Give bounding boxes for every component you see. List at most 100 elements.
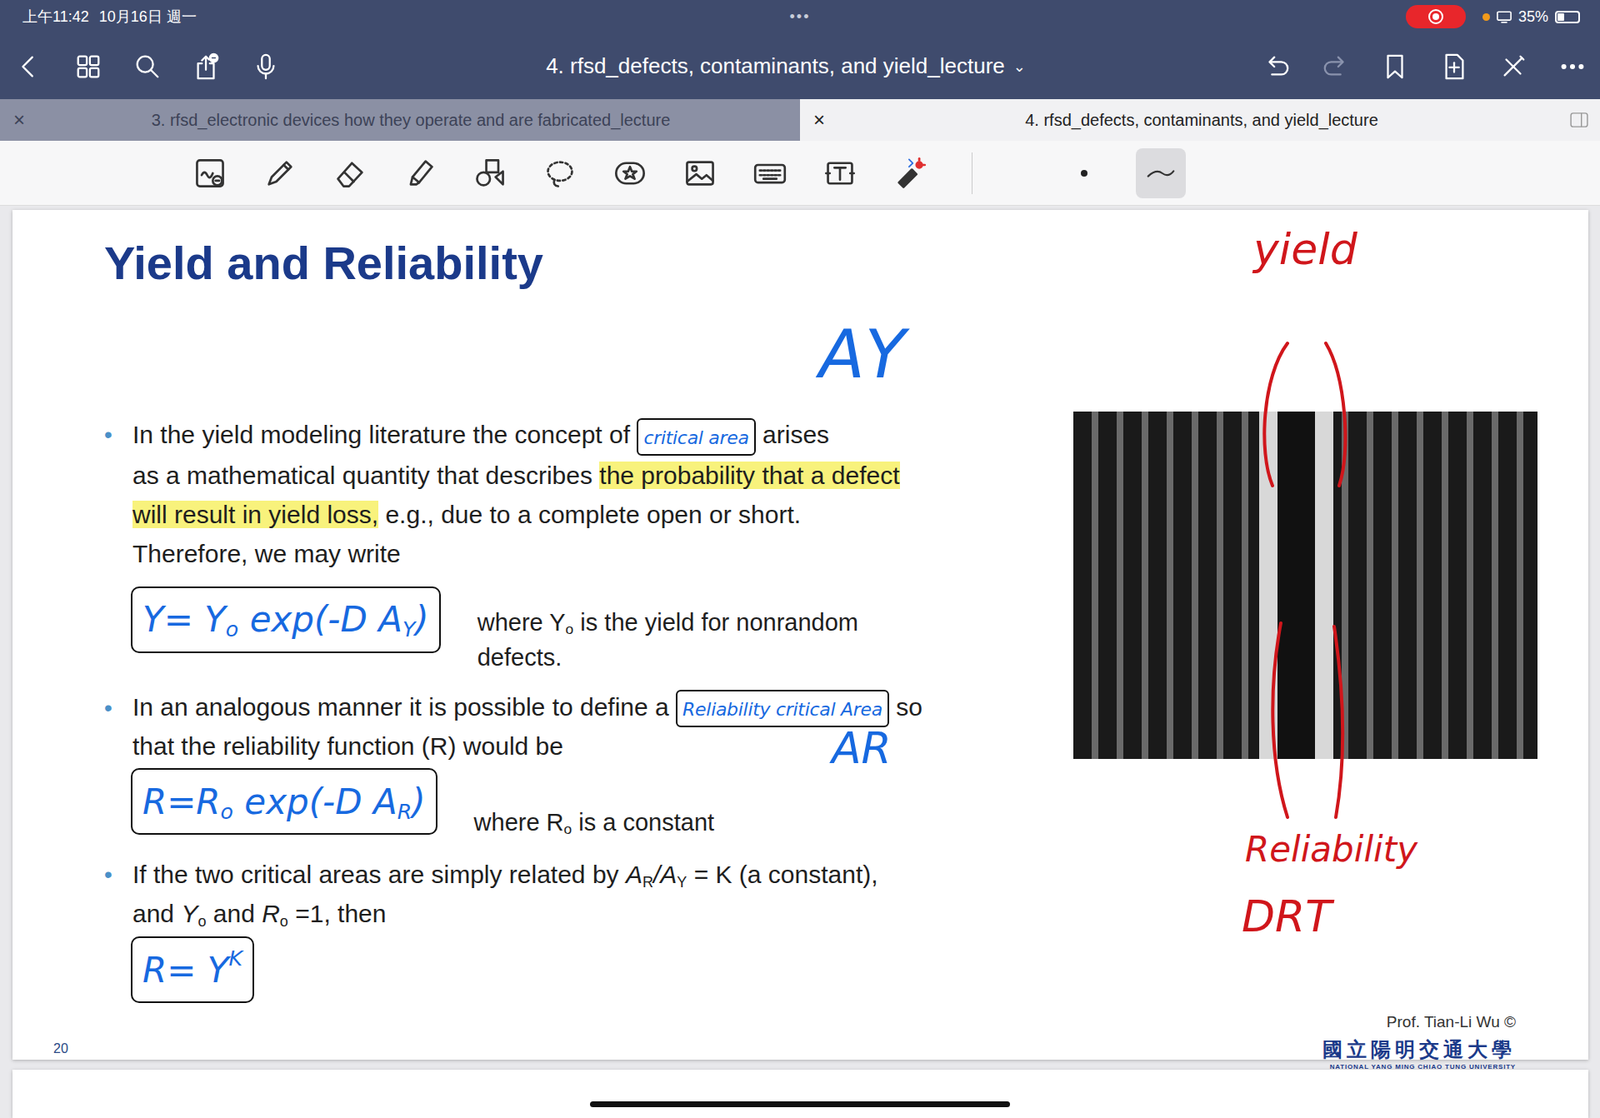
subscript: Y [402, 617, 415, 642]
multitask-handle[interactable]: ••• [790, 8, 811, 26]
subscript: o [565, 620, 575, 638]
bullet-text: In an analogous manner it is possible to… [132, 688, 923, 766]
back-icon[interactable] [15, 52, 44, 81]
share-icon[interactable] [192, 52, 221, 81]
tool-button[interactable] [605, 148, 655, 199]
action-button[interactable] [1556, 50, 1589, 83]
text-line: In an analogous manner it is possible to… [132, 688, 923, 729]
tool-button[interactable] [675, 148, 725, 199]
italic-text: /A [653, 860, 677, 889]
slide-figure [1060, 210, 1538, 1004]
handwritten-equation: R= YK [142, 950, 243, 991]
action-button[interactable] [1379, 50, 1411, 83]
equation-row: R= YK [130, 936, 1061, 1004]
nav-button[interactable] [131, 50, 164, 83]
pen-option[interactable] [1059, 148, 1110, 199]
pen-tools-bar [0, 140, 1600, 206]
text-line: where Yo is the yield for nonrandom [477, 605, 859, 640]
slide-body: Yield and Reliability • In the yield mod… [12, 210, 1589, 1004]
tool-button[interactable] [465, 148, 515, 199]
subscript: o [280, 913, 289, 930]
nav-button[interactable] [13, 50, 45, 83]
bullet-text: If the two critical areas are simply rel… [132, 855, 879, 934]
handwritten-note: AR [831, 725, 892, 773]
handwritten-note: DRT [1241, 893, 1332, 941]
text: =1, then [288, 900, 387, 928]
handwriting: Reliability critical Area [682, 699, 883, 720]
text: ) [411, 781, 425, 823]
tool-button[interactable] [255, 148, 305, 199]
text: Y= Y [142, 599, 226, 640]
search-icon[interactable] [133, 52, 162, 81]
redo-icon[interactable] [1321, 52, 1350, 81]
subscript: R [397, 800, 413, 825]
image-icon[interactable] [683, 156, 717, 190]
action-button[interactable] [1260, 50, 1293, 83]
toolbar-divider [971, 152, 973, 195]
pen-option[interactable] [1135, 148, 1186, 199]
ink-box: Reliability critical Area [675, 690, 890, 728]
tool-button[interactable] [185, 148, 235, 199]
action-button[interactable] [1320, 50, 1352, 83]
text-line: as a mathematical quantity that describe… [132, 455, 900, 495]
bullet-point: • In the yield modeling literature the c… [104, 415, 1061, 574]
highlighted-text: the probability that a defect [599, 461, 900, 490]
action-button[interactable] [1497, 50, 1530, 83]
home-indicator[interactable] [590, 1101, 1010, 1108]
close-pen-icon[interactable] [1499, 52, 1528, 81]
bullet-dot: • [104, 415, 133, 574]
add-page-icon[interactable] [1440, 52, 1469, 81]
nav-button[interactable] [72, 50, 105, 83]
eraser-icon[interactable] [333, 156, 367, 190]
next-page[interactable] [12, 1070, 1589, 1118]
superscript: K [228, 946, 243, 971]
document-title[interactable]: 4. rfsd_defects, contaminants, and yield… [545, 53, 1026, 80]
zoom-icon[interactable] [193, 156, 227, 190]
shapes-icon[interactable] [473, 156, 507, 190]
nav-button[interactable] [250, 50, 282, 83]
keyboard-icon[interactable] [753, 156, 787, 190]
tab-close-button[interactable]: × [13, 108, 34, 132]
page-number: 20 [53, 1041, 69, 1071]
text-line: and Yo and Ro =1, then [132, 894, 879, 934]
pen-icon[interactable] [263, 156, 297, 190]
document-tab[interactable]: × 3. rfsd_electronic devices how they op… [0, 99, 800, 141]
bookmark-icon[interactable] [1380, 52, 1410, 81]
highlighter-icon[interactable] [403, 156, 437, 190]
text-line: will result in yield loss, e.g., due to … [132, 495, 900, 535]
text-icon[interactable] [823, 156, 857, 190]
undo-icon[interactable] [1262, 52, 1291, 81]
tool-button[interactable] [745, 148, 795, 199]
subscript: R [642, 874, 654, 891]
sticker-icon[interactable] [613, 156, 647, 190]
university-name: 國立陽明交通大學 [1322, 1036, 1516, 1064]
lasso-icon[interactable] [543, 156, 577, 190]
record-icon [1427, 8, 1445, 25]
grid-icon[interactable] [74, 52, 103, 81]
privacy-dot [1482, 13, 1490, 21]
recording-indicator[interactable] [1405, 5, 1466, 29]
text: where Y [477, 609, 566, 636]
tool-button[interactable] [325, 148, 375, 199]
nav-button[interactable] [190, 50, 223, 83]
tool-button[interactable] [535, 148, 585, 199]
text-line: where Ro is a constant [474, 805, 715, 840]
laser-icon[interactable] [893, 156, 927, 190]
mic-icon[interactable] [251, 52, 280, 81]
document-tab[interactable]: × 4. rfsd_defects, contaminants, and yie… [800, 99, 1600, 141]
action-button[interactable] [1438, 50, 1470, 83]
subscript: o [220, 800, 234, 825]
more-icon[interactable] [1558, 52, 1587, 81]
tool-button[interactable] [815, 148, 865, 199]
nav-buttons [13, 50, 282, 83]
sidebar-icon[interactable] [1570, 112, 1589, 128]
document-toolbar: 4. rfsd_defects, contaminants, and yield… [0, 33, 1600, 100]
tool-button[interactable] [885, 148, 935, 199]
tab-close-button[interactable]: × [813, 108, 834, 132]
slide-footer: 20 Prof. Tian-Li Wu © 國立陽明交通大學 NATIONAL … [12, 1006, 1589, 1071]
slide-page[interactable]: Yield and Reliability • In the yield mod… [12, 210, 1589, 1060]
bullet-dot: • [104, 688, 133, 766]
tool-button[interactable] [395, 148, 445, 199]
equation-note: where Yo is the yield for nonrandomdefec… [477, 586, 859, 675]
text-line: If the two critical areas are simply rel… [132, 855, 879, 895]
